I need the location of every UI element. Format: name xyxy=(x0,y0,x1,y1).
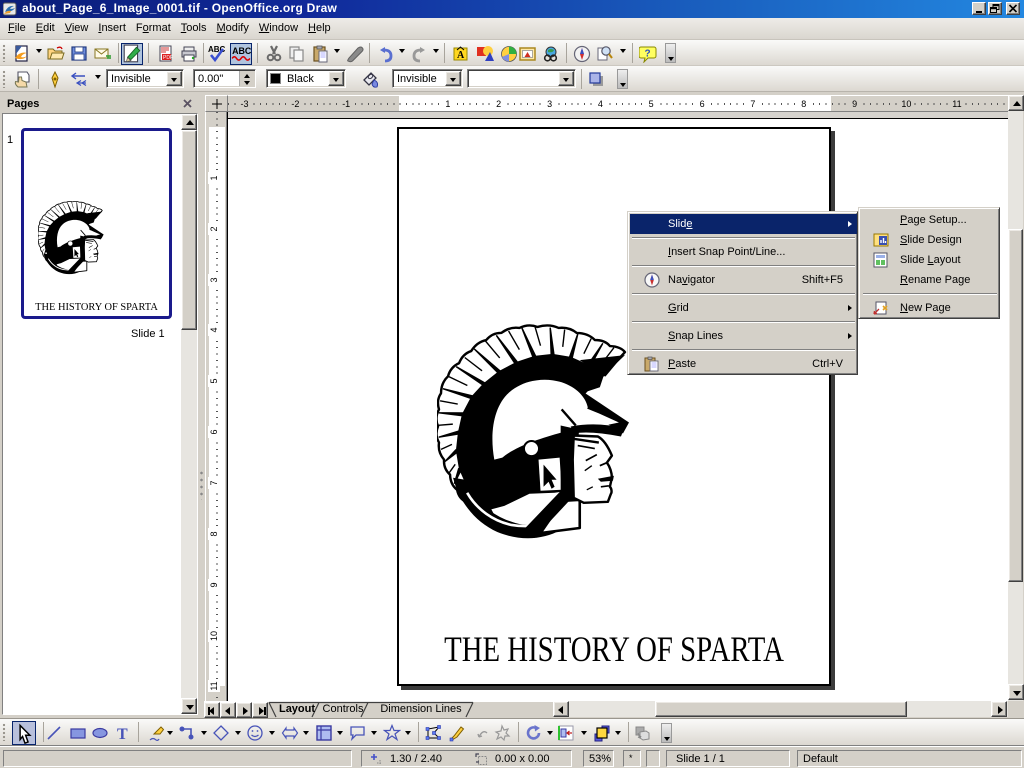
svg-text:T: T xyxy=(117,726,128,742)
svg-text:?: ? xyxy=(645,49,651,60)
svg-text:A: A xyxy=(457,50,465,61)
svg-text:ABC: ABC xyxy=(232,46,251,56)
svg-text:PDF: PDF xyxy=(163,55,173,61)
